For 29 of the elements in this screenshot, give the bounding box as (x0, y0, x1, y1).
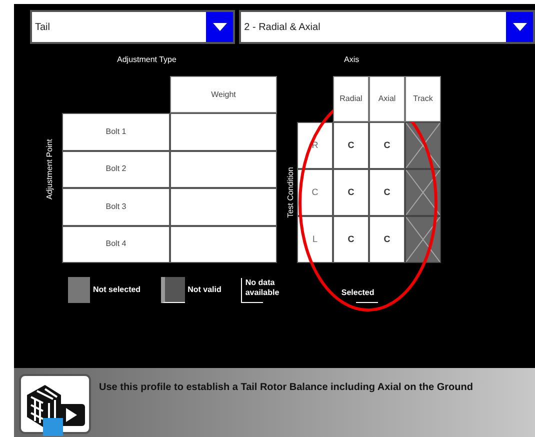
dropdown[interactable]: 2 - Radial & Axial (239, 10, 535, 44)
row-header: Bolt 3 (62, 188, 170, 226)
column-header: Axial (369, 76, 405, 122)
table-cell[interactable]: C (333, 216, 369, 263)
column-header: Radial (333, 76, 369, 122)
axis-label: Test Condition (284, 167, 296, 218)
row-header: Bolt 2 (62, 150, 170, 188)
dropdown[interactable]: Tail (30, 10, 236, 44)
dropdown-caret-icon (512, 23, 526, 31)
column-header: Weight (170, 76, 277, 113)
table-cell[interactable]: C (369, 122, 405, 169)
legend-swatch (68, 277, 90, 303)
axis-label: Adjustment Point (44, 139, 55, 200)
profile-button[interactable] (19, 374, 91, 434)
status-square-icon (43, 418, 63, 436)
table-cell[interactable]: C (369, 216, 405, 263)
section-title: Axis (344, 54, 360, 66)
legend-swatch (160, 277, 185, 303)
section-title: Adjustment Type (117, 54, 178, 66)
profile-description: Use this profile to establish a Tail Rotor Balance including Axial on the Ground (99, 381, 473, 395)
table-cell[interactable]: C (369, 169, 405, 216)
dropdown-caret-icon (212, 23, 227, 31)
row-header: C (297, 169, 333, 216)
row-header: Bolt 1 (62, 113, 170, 150)
row-header: L (297, 216, 333, 263)
table-cell[interactable]: C (333, 169, 369, 216)
table-cell[interactable]: C (333, 122, 369, 169)
column-header: Track (405, 76, 441, 122)
row-header: Bolt 4 (62, 226, 170, 263)
